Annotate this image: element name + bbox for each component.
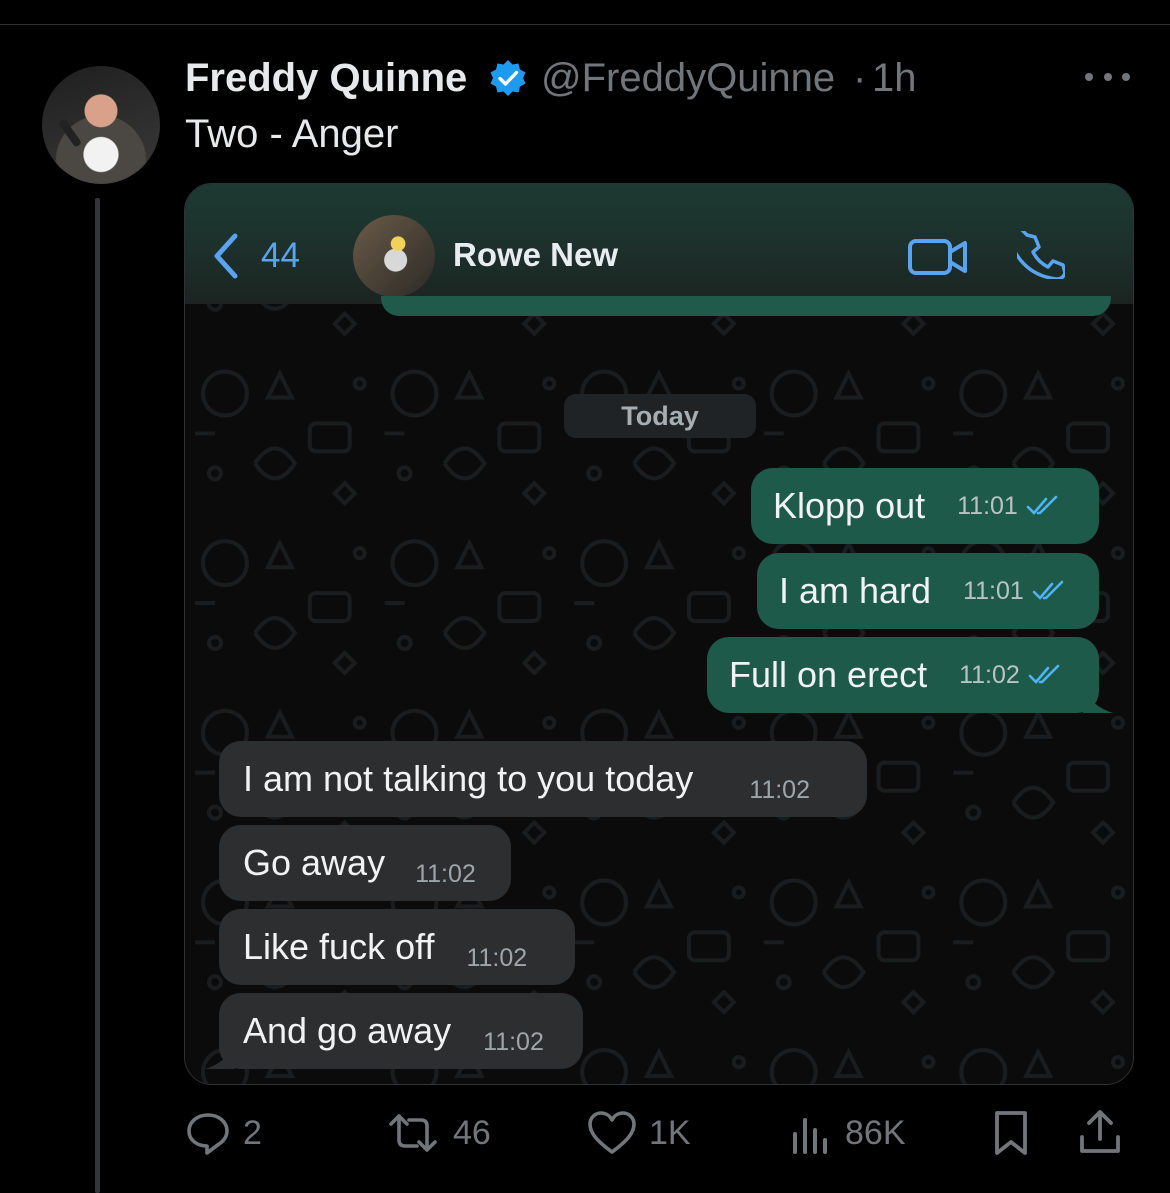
tweet-timestamp[interactable]: 1h: [872, 56, 917, 101]
chevron-left-icon[interactable]: [209, 232, 241, 280]
date-separator: Today: [564, 394, 756, 438]
author-avatar[interactable]: [42, 66, 160, 184]
message-bubble-outgoing[interactable]: I am hard 11:01: [757, 553, 1099, 629]
reply-count: 2: [243, 1113, 262, 1152]
bubble-tail: [205, 1045, 235, 1069]
message-text: I am hard: [779, 570, 932, 611]
message-text: Like fuck off: [243, 926, 435, 967]
message-bubble-incoming[interactable]: Go away 11:02: [219, 825, 511, 901]
contact-name[interactable]: Rowe New: [453, 236, 618, 274]
verified-badge-icon: [490, 60, 526, 96]
tweet-text: Two - Anger: [185, 112, 399, 156]
message-time: 11:01: [963, 576, 1024, 605]
double-check-icon: [1028, 664, 1060, 684]
views-icon: [793, 1118, 827, 1154]
tweet-action-bar: 2 46 1K 86K: [185, 1108, 1130, 1158]
views-button[interactable]: 86K: [789, 1108, 906, 1158]
message-time: 11:02: [415, 859, 476, 888]
microphone-icon: [58, 118, 82, 148]
double-check-icon: [1032, 580, 1064, 600]
share-icon: [1080, 1110, 1120, 1153]
message-bubble-incoming[interactable]: And go away 11:02: [205, 993, 583, 1069]
message-time: 11:02: [466, 943, 528, 972]
repost-icon: [389, 1114, 437, 1152]
bookmark-icon: [995, 1111, 1027, 1155]
message-time: 11:02: [483, 1027, 544, 1056]
thread-connector-line: [95, 198, 100, 1193]
message-bubble-outgoing[interactable]: Full on erect 11:02: [707, 637, 1113, 713]
video-call-icon[interactable]: [907, 236, 969, 278]
reply-button[interactable]: 2: [185, 1108, 262, 1158]
previous-message-bubble: [381, 296, 1111, 316]
like-count: 1K: [649, 1113, 691, 1152]
bookmark-button[interactable]: [991, 1108, 1031, 1158]
author-handle[interactable]: @FreddyQuinne: [541, 56, 835, 101]
message-bubble-incoming[interactable]: Like fuck off 11:02: [219, 909, 575, 985]
message-time: 11:02: [749, 775, 810, 804]
top-divider: [0, 24, 1170, 25]
like-button[interactable]: 1K: [587, 1108, 691, 1158]
separator-dot: ·: [853, 56, 867, 100]
contact-avatar[interactable]: [353, 215, 435, 297]
more-icon[interactable]: [1085, 62, 1130, 92]
message-text: Klopp out: [773, 485, 926, 526]
message-bubble-outgoing[interactable]: Klopp out 11:01: [751, 468, 1099, 544]
heart-icon: [588, 1111, 636, 1154]
unread-count[interactable]: 44: [261, 236, 300, 276]
message-time: 11:01: [957, 491, 1018, 520]
message-bubble-incoming[interactable]: I am not talking to you today 11:02: [219, 741, 867, 817]
message-text: And go away: [243, 1010, 452, 1051]
share-button[interactable]: [1078, 1108, 1122, 1158]
message-text: Go away: [243, 842, 386, 883]
tweet-media-image[interactable]: 44 Rowe New Today Klopp out 11:01 I am h…: [184, 183, 1134, 1085]
double-check-icon: [1026, 495, 1058, 515]
message-time: 11:02: [959, 660, 1020, 689]
phone-icon[interactable]: [1017, 231, 1065, 279]
message-text: Full on erect: [729, 654, 928, 695]
repost-count: 46: [453, 1113, 491, 1152]
reply-icon: [187, 1113, 229, 1155]
author-name[interactable]: Freddy Quinne: [185, 56, 467, 101]
bubble-tail: [1083, 689, 1113, 713]
chat-header: 44 Rowe New: [185, 184, 1133, 304]
repost-button[interactable]: 46: [385, 1108, 491, 1158]
message-text: I am not talking to you today: [243, 758, 694, 799]
view-count: 86K: [845, 1113, 906, 1152]
